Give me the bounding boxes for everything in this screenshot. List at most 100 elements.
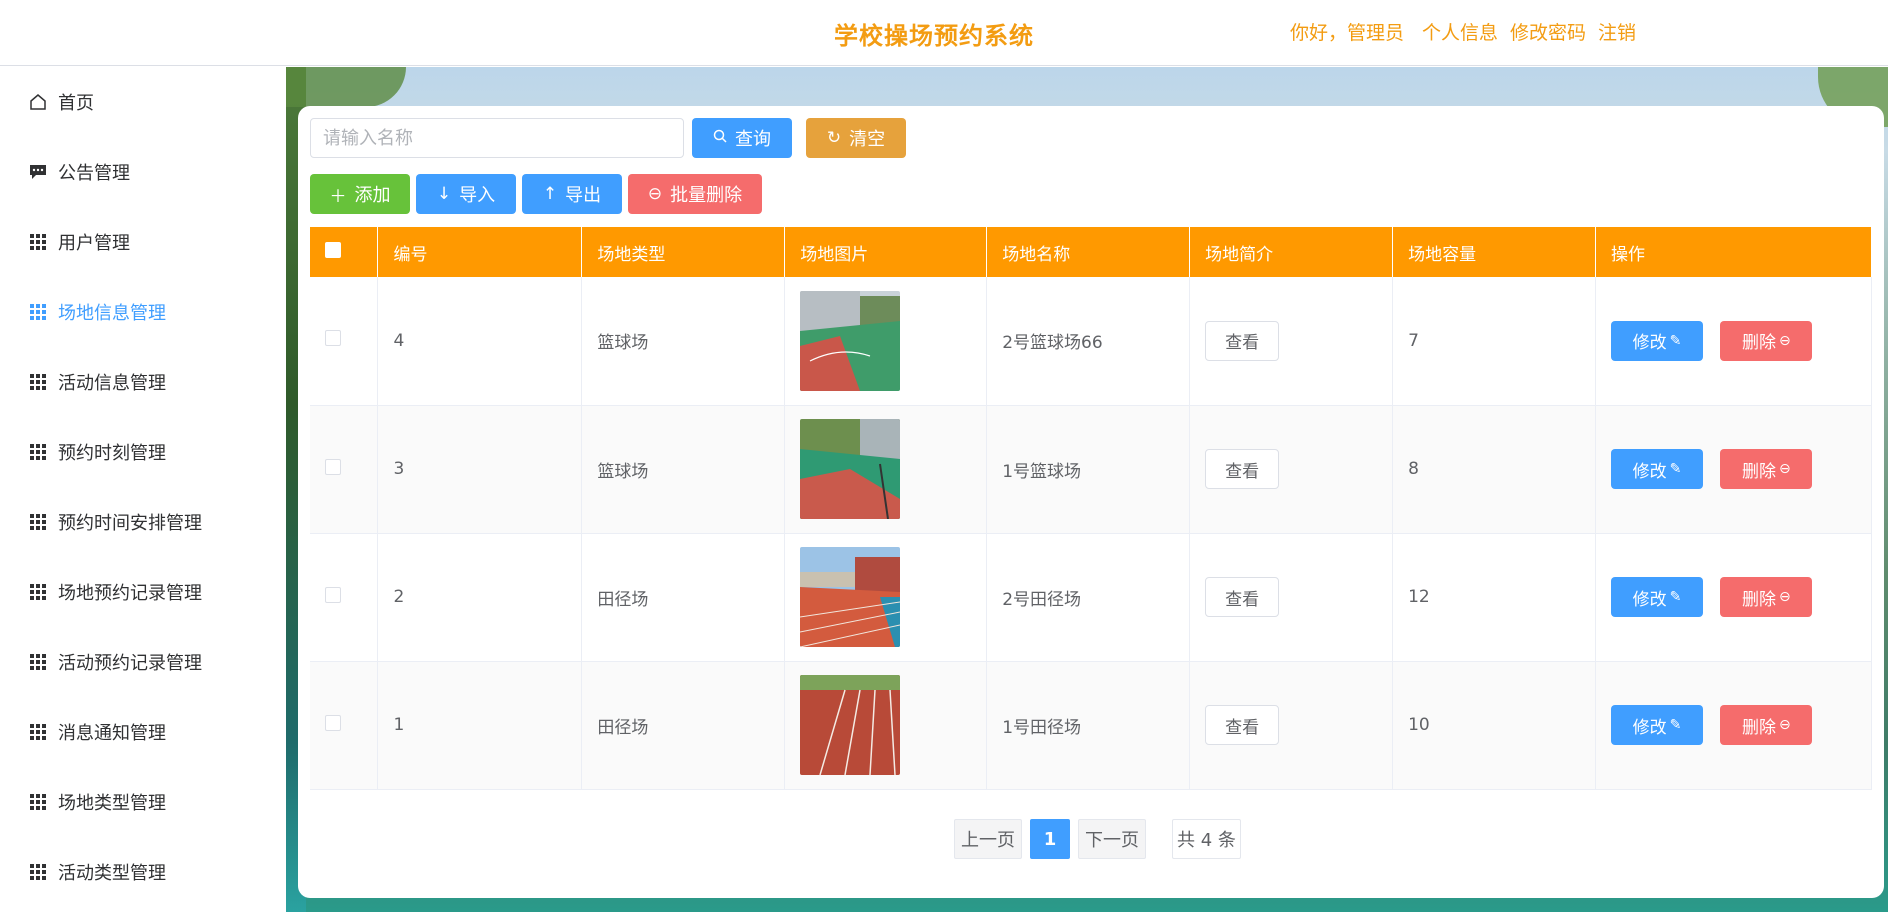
cell-capacity: 8	[1392, 405, 1597, 534]
cell-id: 1	[377, 661, 583, 790]
column-header: 场地容量	[1392, 227, 1597, 277]
cell-type: 田径场	[581, 661, 786, 790]
logout-link[interactable]: 注销	[1598, 18, 1636, 45]
add-button[interactable]: ＋ 添加	[310, 174, 410, 214]
column-header: 编号	[377, 227, 583, 277]
select-all-checkbox[interactable]	[325, 241, 341, 258]
cell-image	[784, 661, 988, 790]
edit-button[interactable]: 修改 ✎	[1611, 705, 1704, 745]
row-checkbox[interactable]	[325, 458, 341, 475]
edit-button[interactable]: 修改 ✎	[1611, 449, 1704, 489]
sidebar-item-label: 预约时间安排管理	[58, 513, 202, 534]
edit-icon: ✎	[1669, 332, 1682, 349]
cell-id: 4	[377, 277, 583, 406]
column-header: 场地类型	[581, 227, 786, 277]
batch-delete-label: 批量删除	[670, 185, 743, 206]
table-row: 1 田径场 1号田径场 查看 10 修改 ✎ 删除 ⊖	[310, 661, 1872, 790]
plus-icon: ＋	[329, 186, 347, 207]
cell-type: 篮球场	[581, 405, 786, 534]
edit-button[interactable]: 修改 ✎	[1611, 577, 1704, 617]
delete-label: 删除	[1742, 333, 1777, 354]
view-intro-button[interactable]: 查看	[1205, 449, 1280, 489]
select-all-cell	[310, 227, 379, 277]
sidebar-item-booking-times[interactable]: 预约时刻管理	[0, 417, 286, 487]
edit-button[interactable]: 修改 ✎	[1611, 320, 1704, 361]
view-intro-button[interactable]: 查看	[1205, 705, 1280, 745]
app-title: 学校操场预约系统	[834, 22, 1034, 50]
background-foliage-top	[286, 67, 406, 107]
sidebar: 首页 公告管理 用户管理 场地信息管理 活动信息管理 预约时刻管理 预约时间安排…	[0, 67, 286, 912]
export-button[interactable]: ↑ 导出	[522, 174, 622, 214]
sidebar-item-venue-bookings[interactable]: 场地预约记录管理	[0, 557, 286, 627]
cell-type: 篮球场	[581, 277, 786, 406]
cell-image	[784, 405, 988, 534]
greeting-text: 你好，管理员	[1290, 22, 1405, 44]
search-icon	[713, 128, 727, 148]
change-password-link[interactable]: 修改密码	[1510, 18, 1586, 45]
grid-icon	[28, 512, 48, 532]
sidebar-item-activity-bookings[interactable]: 活动预约记录管理	[0, 627, 286, 697]
refresh-icon: ↻	[826, 128, 842, 148]
minus-circle-icon: ⊖	[1779, 589, 1791, 605]
clear-button[interactable]: ↻ 清空	[806, 118, 906, 158]
sidebar-item-activity-info[interactable]: 活动信息管理	[0, 347, 286, 417]
import-button[interactable]: ↓ 导入	[416, 174, 516, 214]
sidebar-item-users[interactable]: 用户管理	[0, 207, 286, 277]
row-checkbox[interactable]	[325, 714, 341, 731]
delete-button[interactable]: 删除 ⊖	[1720, 449, 1813, 489]
user-links: 你好，管理员 个人信息 修改密码 注销	[1290, 18, 1648, 45]
sidebar-item-label: 活动类型管理	[58, 863, 166, 884]
delete-button[interactable]: 删除 ⊖	[1720, 577, 1813, 617]
grid-icon	[28, 442, 48, 462]
grid-icon	[28, 302, 48, 322]
cell-name: 1号篮球场	[986, 405, 1191, 534]
sidebar-item-announcements[interactable]: 公告管理	[0, 137, 286, 207]
edit-label: 修改	[1632, 461, 1667, 482]
row-checkbox[interactable]	[325, 330, 341, 347]
sidebar-item-label: 活动预约记录管理	[58, 653, 202, 674]
batch-delete-button[interactable]: ⊖ 批量删除	[628, 174, 762, 214]
grid-icon	[28, 652, 48, 672]
sidebar-item-booking-schedule[interactable]: 预约时间安排管理	[0, 487, 286, 557]
delete-label: 删除	[1742, 589, 1777, 610]
sidebar-item-label: 公告管理	[58, 163, 130, 184]
minus-circle-icon: ⊖	[1779, 461, 1791, 477]
delete-label: 删除	[1742, 461, 1777, 482]
venue-table: 编号 场地类型 场地图片 场地名称 场地简介 场地容量 操作 4 篮球场 2号篮…	[310, 227, 1872, 790]
table-row: 2 田径场 2号田径场 查看 12 修改 ✎ 删除 ⊖	[310, 533, 1872, 662]
profile-link[interactable]: 个人信息	[1422, 18, 1498, 45]
delete-button[interactable]: 删除 ⊖	[1720, 320, 1813, 361]
cell-capacity: 10	[1392, 661, 1597, 790]
column-header: 场地名称	[986, 227, 1191, 277]
sidebar-item-activity-types[interactable]: 活动类型管理	[0, 837, 286, 907]
cell-id: 3	[377, 405, 583, 534]
page-number-current[interactable]: 1	[1030, 819, 1070, 859]
table-row: 4 篮球场 2号篮球场66 查看 7 修改 ✎ 删除 ⊖	[310, 277, 1872, 406]
next-page-button[interactable]: 下一页	[1078, 819, 1146, 859]
delete-button[interactable]: 删除 ⊖	[1720, 705, 1813, 745]
sidebar-item-venue-info[interactable]: 场地信息管理	[0, 277, 286, 347]
cell-name: 2号篮球场66	[986, 277, 1191, 406]
query-button[interactable]: 查询	[692, 118, 792, 158]
sidebar-item-label: 预约时刻管理	[58, 443, 166, 464]
column-header: 场地图片	[784, 227, 988, 277]
delete-label: 删除	[1742, 717, 1777, 738]
view-intro-button[interactable]: 查看	[1205, 577, 1280, 617]
top-header: 学校操场预约系统 你好，管理员 个人信息 修改密码 注销	[0, 0, 1888, 66]
prev-page-button[interactable]: 上一页	[954, 819, 1022, 859]
minus-circle-icon: ⊖	[647, 184, 663, 204]
cell-type: 田径场	[581, 533, 786, 662]
view-intro-button[interactable]: 查看	[1205, 320, 1280, 361]
cell-image	[784, 277, 988, 406]
search-input[interactable]	[310, 118, 684, 158]
sidebar-item-home[interactable]: 首页	[0, 67, 286, 137]
arrow-down-icon: ↓	[436, 184, 452, 204]
sidebar-item-notifications[interactable]: 消息通知管理	[0, 697, 286, 767]
row-checkbox[interactable]	[325, 586, 341, 603]
content-card: 查询 ↻ 清空 ＋ 添加 ↓ 导入 ↑ 导出 ⊖ 批量删除 编号 场地类型 场地…	[298, 106, 1884, 898]
import-label: 导入	[459, 185, 496, 206]
total-count: 共 4 条	[1172, 819, 1241, 859]
sidebar-item-venue-types[interactable]: 场地类型管理	[0, 767, 286, 837]
venue-thumbnail	[800, 290, 901, 391]
sidebar-item-label: 场地预约记录管理	[58, 583, 202, 604]
